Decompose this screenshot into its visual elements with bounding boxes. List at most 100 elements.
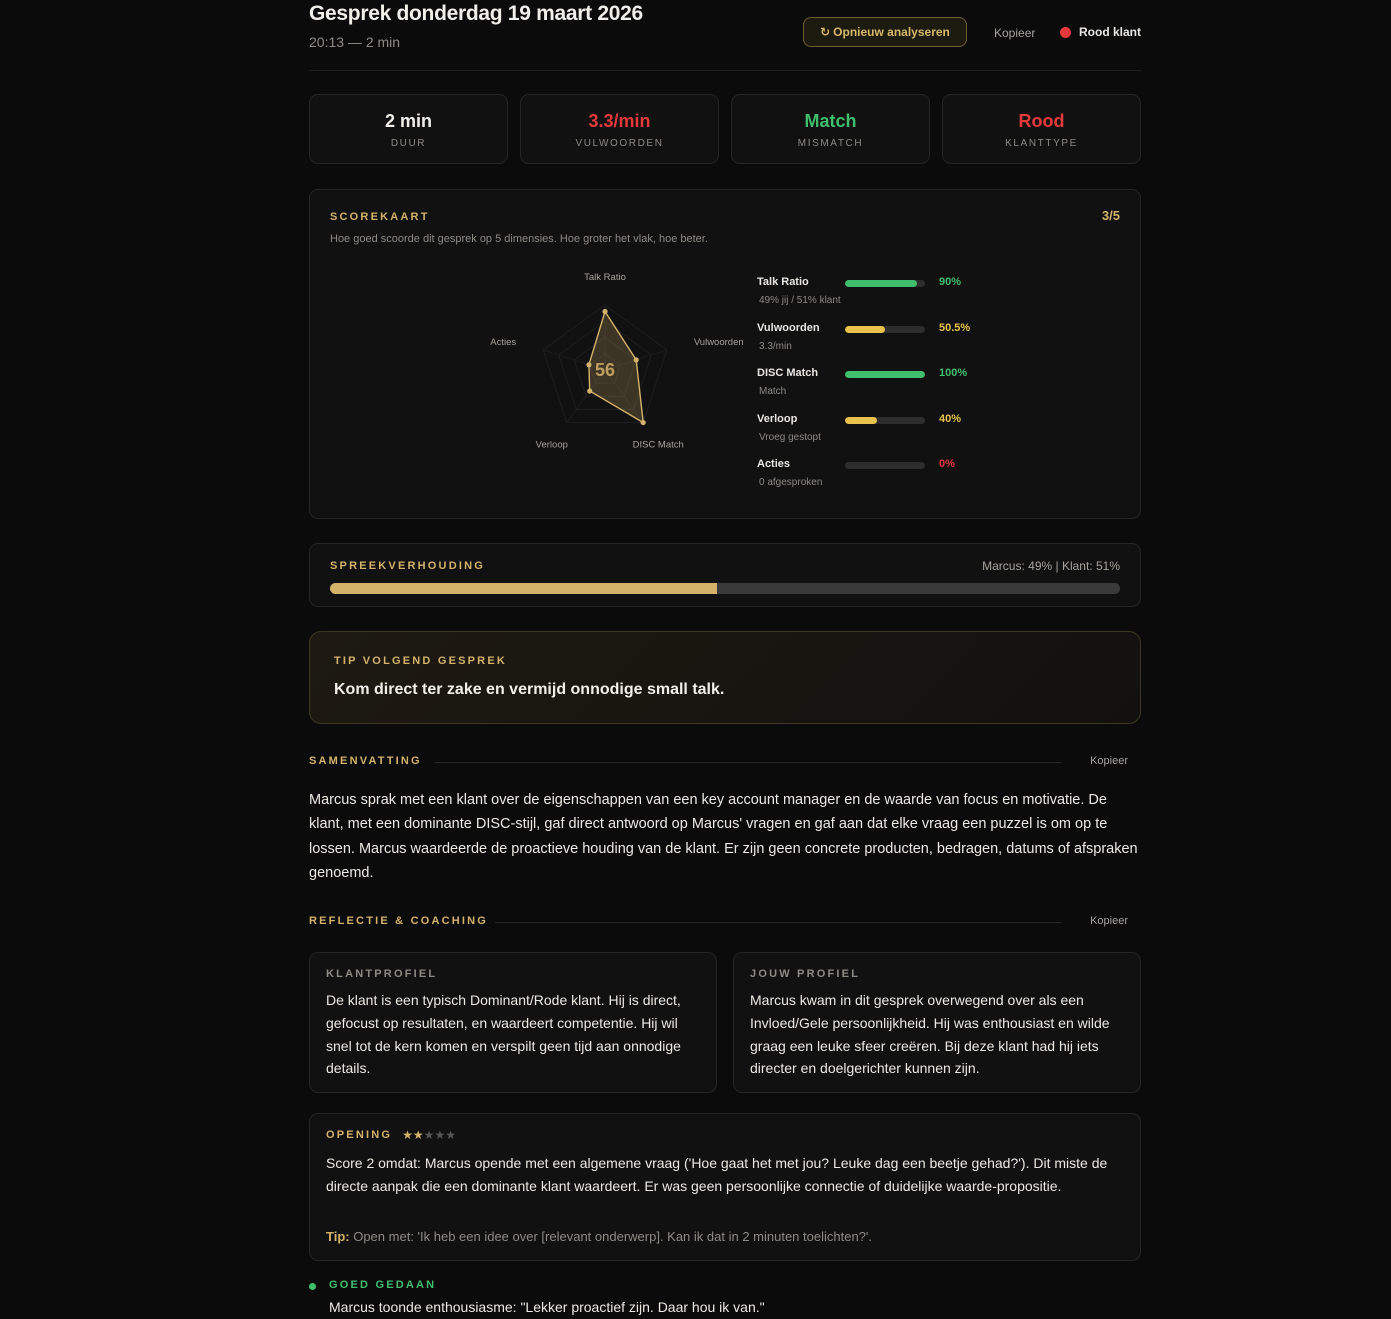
opening-label: OPENING xyxy=(326,1129,393,1141)
metric-row-talk-ratio: Talk Ratio 49% jij / 51% klant 90% xyxy=(757,276,997,322)
stat-label: KLANTTYPE xyxy=(1005,138,1078,149)
radar-point xyxy=(586,362,592,368)
radar-point xyxy=(633,357,639,363)
metric-row-vulwoorden: Vulwoorden 3.3/min 50.5% xyxy=(757,322,997,368)
stat-value: Rood xyxy=(1018,111,1065,131)
metric-sub: Vroeg gestopt xyxy=(759,431,821,443)
scorecard-description: Hoe goed scoorde dit gesprek op 5 dimens… xyxy=(330,233,708,245)
stat-card-duur: 2 min DUUR xyxy=(309,94,508,164)
metric-fill xyxy=(845,371,925,378)
stat-card-klanttype: Rood KLANTTYPE xyxy=(942,94,1141,164)
opening-tip-text: Open met: 'Ik heb een idee over [relevan… xyxy=(353,1229,872,1244)
summary-header: SAMENVATTING Kopieer xyxy=(309,755,1128,769)
metric-sub: 0 afgesproken xyxy=(759,477,823,488)
tip-text: Kom direct ter zake en vermijd onnodige … xyxy=(334,681,725,698)
metric-track xyxy=(845,416,925,424)
metric-pct: 50.5% xyxy=(939,321,971,334)
radar-chart: Talk Ratio Vulwoorden DISC Match Verloop… xyxy=(490,272,744,451)
opening-tip: Tip: Open met: 'Ik heb een idee over [re… xyxy=(326,1229,872,1244)
metric-track xyxy=(845,462,925,469)
star-empty-icon: ★ xyxy=(434,1128,446,1142)
star-filled-icon: ★ xyxy=(402,1128,413,1142)
well-done-label: GOED GEDAAN xyxy=(329,1279,437,1291)
metric-name: Vulwoorden xyxy=(757,321,820,334)
stats-row: 2 min DUUR 3.3/min VULWOORDEN Match MISM… xyxy=(309,94,1141,164)
metric-fill xyxy=(845,416,877,424)
divider xyxy=(435,762,1061,763)
radar-axis-label-vulwoorden: Vulwoorden xyxy=(694,337,744,348)
opening-tip-label: Tip: xyxy=(326,1229,350,1244)
stat-card-mismatch: Match MISMATCH xyxy=(731,94,930,164)
speaking-ratio-fill-marcus xyxy=(330,583,718,594)
opening-header: OPENING ★★★★★ xyxy=(326,1128,456,1142)
summary-text: Marcus sprak met een klant over de eigen… xyxy=(309,792,1138,881)
metric-sub: 3.3/min xyxy=(759,340,792,352)
speaking-ratio-bar xyxy=(330,583,1120,594)
metric-name: Talk Ratio xyxy=(757,276,809,288)
star-filled-icon: ★ xyxy=(412,1128,424,1142)
opening-text: Score 2 omdat: Marcus opende met een alg… xyxy=(326,1155,1108,1194)
opening-card: OPENING ★★★★★ Score 2 omdat: Marcus open… xyxy=(309,1113,1141,1261)
radar-center-value: 56 xyxy=(595,360,615,380)
client-profile-label: KLANTPROFIEL xyxy=(326,968,438,980)
metric-fill xyxy=(845,280,917,287)
star-empty-icon: ★ xyxy=(445,1128,456,1142)
scorecard-score: 3/5 xyxy=(1101,208,1120,223)
metric-pct: 100% xyxy=(939,367,968,379)
client-type-badge: Rood klant xyxy=(1060,25,1141,39)
metric-sub: Match xyxy=(759,386,787,397)
speaking-ratio-card: SPREEKVERHOUDING Marcus: 49% | Klant: 51… xyxy=(309,543,1141,607)
stat-value: 2 min xyxy=(384,111,432,131)
page-title: Gesprek donderdag 19 maart 2026 xyxy=(309,2,643,25)
stat-value: Match xyxy=(804,111,857,131)
well-done-text: Marcus toonde enthousiasme: "Lekker proa… xyxy=(329,1299,765,1315)
stat-value: 3.3/min xyxy=(588,111,651,131)
metric-row-verloop: Verloop Vroeg gestopt 40% xyxy=(757,413,997,459)
radar-axis-label-verloop: Verloop xyxy=(536,440,568,451)
divider xyxy=(495,922,1061,923)
metric-row-disc-match: DISC Match Match 100% xyxy=(757,367,997,413)
metric-pct: 0% xyxy=(939,458,955,470)
radar-axis-label-disc-match: DISC Match xyxy=(633,440,684,451)
reflection-copy-button[interactable]: Kopieer xyxy=(1090,915,1128,927)
radar-axis-label-acties: Acties xyxy=(490,337,516,348)
metric-pct: 40% xyxy=(939,412,962,425)
metric-fill xyxy=(845,325,886,333)
page-header: Gesprek donderdag 19 maart 2026 20:13 — … xyxy=(309,0,1141,71)
star-rating: ★★★★★ xyxy=(402,1128,456,1142)
metric-track xyxy=(845,371,925,378)
copy-button[interactable]: Kopieer xyxy=(994,26,1035,40)
client-type-label: Rood klant xyxy=(1079,25,1141,39)
radar-point xyxy=(602,308,608,315)
scorecard-card: SCOREKAART 3/5 Hoe goed scoorde dit gesp… xyxy=(309,189,1141,519)
metric-pct: 90% xyxy=(939,276,962,288)
stat-label: MISMATCH xyxy=(797,138,864,149)
stat-card-vulwoorden: 3.3/min VULWOORDEN xyxy=(520,94,719,164)
own-profile-text: Marcus kwam in dit gesprek overwegend ov… xyxy=(750,992,1110,1077)
own-profile-card: JOUW PROFIEL Marcus kwam in dit gesprek … xyxy=(733,952,1141,1093)
metric-track xyxy=(845,280,925,287)
own-profile-label: JOUW PROFIEL xyxy=(750,968,861,980)
reanalyse-button[interactable]: ↻ Opnieuw analyseren xyxy=(803,17,967,47)
red-dot-icon xyxy=(1060,26,1071,38)
stat-label: DUUR xyxy=(390,138,427,149)
client-profile-text: De klant is een typisch Dominant/Rode kl… xyxy=(326,992,681,1077)
metric-track xyxy=(845,325,925,333)
page-subtitle: 20:13 — 2 min xyxy=(309,34,401,50)
refresh-icon: ↻ xyxy=(820,25,831,39)
summary-copy-button[interactable]: Kopieer xyxy=(1090,755,1128,767)
radar-point xyxy=(587,388,593,394)
conversation-detail: Gesprek donderdag 19 maart 2026 20:13 — … xyxy=(309,0,1141,1315)
tip-label: TIP VOLGEND GESPREK xyxy=(334,655,508,667)
green-dot-icon xyxy=(309,1283,316,1290)
reanalyse-label: Opnieuw analyseren xyxy=(833,25,950,39)
metric-bars: Talk Ratio 49% jij / 51% klant 90% Vulwo… xyxy=(757,276,997,504)
radar-axis-label-talk-ratio: Talk Ratio xyxy=(584,272,626,283)
metric-row-acties: Acties 0 afgesproken 0% xyxy=(757,458,997,504)
metric-name: DISC Match xyxy=(757,367,819,379)
next-call-tip-card: TIP VOLGEND GESPREK Kom direct ter zake … xyxy=(309,631,1141,724)
metric-name: Verloop xyxy=(757,412,798,425)
radar-point xyxy=(640,419,646,426)
metric-name: Acties xyxy=(757,458,791,470)
stat-label: VULWOORDEN xyxy=(575,138,664,149)
